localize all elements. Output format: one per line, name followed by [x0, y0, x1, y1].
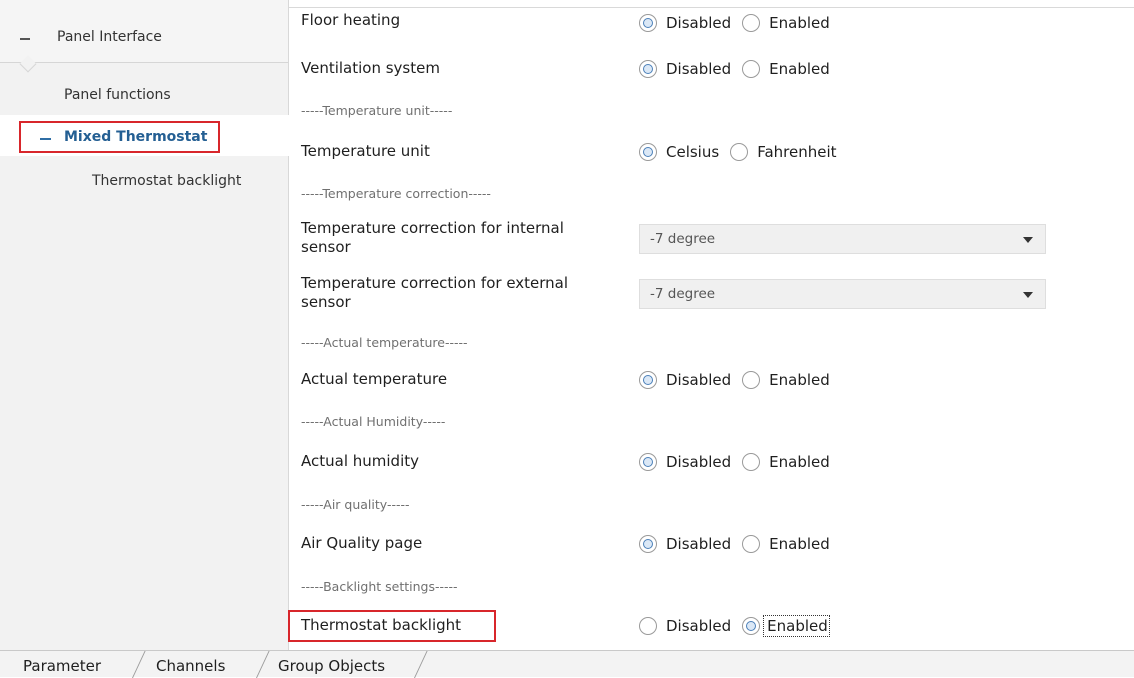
- ventilation-system-label: Ventilation system: [301, 59, 440, 77]
- temp-correction-external-select[interactable]: -7 degree: [639, 279, 1046, 309]
- dropdown-arrow-icon: [1023, 237, 1033, 243]
- actual-humidity-disabled-label[interactable]: Disabled: [666, 453, 731, 471]
- temperature-unit-label: Temperature unit: [301, 142, 430, 160]
- sidebar-header-panel-interface[interactable]: Panel Interface: [0, 0, 288, 63]
- celsius-label[interactable]: Celsius: [666, 143, 719, 161]
- section-temperature-unit: -----Temperature unit-----: [301, 103, 453, 118]
- tab-channels[interactable]: Channels: [156, 657, 225, 675]
- ventilation-enabled-radio[interactable]: [742, 60, 761, 78]
- temp-correction-internal-label: Temperature correction for internal sens…: [301, 219, 564, 256]
- celsius-radio[interactable]: [639, 143, 657, 161]
- tab-separator: [132, 651, 146, 678]
- temperature-unit-radio-group: Celsius Fahrenheit: [639, 141, 848, 163]
- air-quality-page-label: Air Quality page: [301, 534, 423, 552]
- actual-humidity-enabled-label[interactable]: Enabled: [769, 453, 830, 471]
- temp-correction-internal-value: -7 degree: [650, 231, 716, 247]
- bottom-tab-bar: Parameter Channels Group Objects: [0, 650, 1134, 678]
- floor-heating-disabled-label[interactable]: Disabled: [666, 14, 731, 32]
- thermostat-backlight-radio-group: Disabled Enabled: [639, 615, 839, 637]
- air-quality-disabled-radio[interactable]: [639, 535, 657, 553]
- floor-heating-label: Floor heating: [301, 11, 401, 29]
- temp-correction-external-value: -7 degree: [650, 286, 716, 302]
- collapse-minus-icon[interactable]: [40, 138, 51, 140]
- sidebar-item-mixed-thermostat-label: Mixed Thermostat: [64, 129, 208, 145]
- thermostat-backlight-disabled-label[interactable]: Disabled: [666, 617, 731, 635]
- sidebar-header-label: Panel Interface: [57, 29, 162, 45]
- fahrenheit-label[interactable]: Fahrenheit: [757, 143, 836, 161]
- tab-separator: [414, 651, 428, 678]
- fahrenheit-radio[interactable]: [730, 143, 749, 161]
- floor-heating-enabled-label[interactable]: Enabled: [769, 14, 830, 32]
- sidebar: Panel Interface Panel functions Mixed Th…: [0, 0, 289, 650]
- ventilation-enabled-label[interactable]: Enabled: [769, 60, 830, 78]
- ventilation-radio-group: Disabled Enabled: [639, 58, 841, 80]
- floor-heating-radio-group: Disabled Enabled: [639, 12, 841, 34]
- actual-humidity-label: Actual humidity: [301, 452, 420, 470]
- tab-group-objects[interactable]: Group Objects: [278, 657, 385, 675]
- tab-separator: [256, 651, 270, 678]
- ventilation-disabled-label[interactable]: Disabled: [666, 60, 731, 78]
- temp-correction-external-label: Temperature correction for external sens…: [301, 274, 569, 311]
- temp-correction-internal-select[interactable]: -7 degree: [639, 224, 1046, 254]
- actual-humidity-radio-group: Disabled Enabled: [639, 451, 841, 473]
- tab-parameter[interactable]: Parameter: [23, 657, 101, 675]
- air-quality-enabled-label[interactable]: Enabled: [769, 535, 830, 553]
- section-air-quality: -----Air quality-----: [301, 497, 410, 512]
- thermostat-backlight-enabled-radio[interactable]: [742, 617, 761, 635]
- actual-temperature-enabled-radio[interactable]: [742, 371, 761, 389]
- actual-temperature-label: Actual temperature: [301, 370, 448, 388]
- air-quality-disabled-label[interactable]: Disabled: [666, 535, 731, 553]
- floor-heating-disabled-radio[interactable]: [639, 14, 657, 32]
- section-temperature-correction: -----Temperature correction-----: [301, 186, 491, 201]
- actual-temperature-disabled-radio[interactable]: [639, 371, 657, 389]
- air-quality-enabled-radio[interactable]: [742, 535, 761, 553]
- air-quality-radio-group: Disabled Enabled: [639, 533, 841, 555]
- collapse-minus-icon[interactable]: [20, 38, 30, 40]
- actual-temperature-disabled-label[interactable]: Disabled: [666, 371, 731, 389]
- section-actual-humidity: -----Actual Humidity-----: [301, 414, 446, 429]
- section-backlight-settings: -----Backlight settings-----: [301, 579, 458, 594]
- dropdown-arrow-icon: [1023, 292, 1033, 298]
- thermostat-backlight-enabled-label[interactable]: Enabled: [763, 615, 830, 637]
- actual-humidity-enabled-radio[interactable]: [742, 453, 761, 471]
- actual-temperature-enabled-label[interactable]: Enabled: [769, 371, 830, 389]
- sidebar-item-thermostat-backlight[interactable]: Thermostat backlight: [92, 173, 241, 189]
- thermostat-backlight-disabled-radio[interactable]: [639, 617, 657, 635]
- ventilation-disabled-radio[interactable]: [639, 60, 657, 78]
- actual-humidity-disabled-radio[interactable]: [639, 453, 657, 471]
- sidebar-item-panel-functions[interactable]: Panel functions: [64, 87, 171, 103]
- parameter-panel: Floor heating Disabled Enabled Ventilati…: [289, 0, 1134, 650]
- highlight-box-thermostat-backlight: [288, 610, 496, 642]
- section-actual-temperature: -----Actual temperature-----: [301, 335, 468, 350]
- actual-temperature-radio-group: Disabled Enabled: [639, 369, 841, 391]
- floor-heating-enabled-radio[interactable]: [742, 14, 761, 32]
